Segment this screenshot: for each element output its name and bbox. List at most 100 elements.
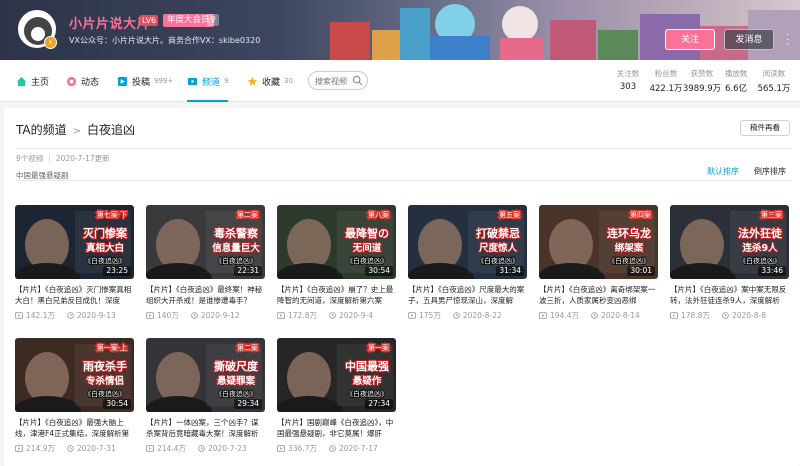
video-search [308,71,368,90]
vip-badge: 年度大会员 [163,14,214,27]
stat-reads: 阅读数 565.1万 [756,68,792,94]
star-icon [247,76,258,86]
thumb-subtitle: 《白夜追凶》 [739,256,781,265]
channel-meta: 9个视频 | 2020-7-17更新 [16,154,110,163]
video-thumbnail[interactable]: 第七案·下 灭门惨案 真相大白 《白夜追凶》 23:25 [15,205,134,279]
tab-channel-count: 9 [224,77,229,85]
video-card[interactable]: 第一案 中国最强 悬疑作 《白夜追凶》 27:34 【片片】国剧巅峰《白夜追凶》，中国最强… [277,338,396,454]
tab-home-label: 主页 [31,77,50,88]
submission-icon [117,76,128,86]
dynamic-icon [66,76,77,86]
thumb-headline-1: 灭门惨案 [82,226,128,240]
message-button[interactable]: 发消息 [724,29,774,50]
thumb-headline-1: 法外狂徒 [738,226,783,240]
publish-date: 2020-8-22 [462,311,502,320]
tab-dynamic[interactable]: 动态 [66,60,99,102]
video-card[interactable]: 第四案 连环乌龙 绑架案 《白夜追凶》 30:01 【片片】《白夜追凶》离奇绑架案一波三折… [539,205,658,321]
video-thumbnail[interactable]: 第四案 连环乌龙 绑架案 《白夜追凶》 30:01 [539,205,658,279]
thumb-headline-2: 专杀情侣 [86,375,124,387]
play-count: 172.8万 [288,311,317,320]
video-info: 142.1万 2020-9-13 [15,310,134,321]
video-info: 175万 2020-8-22 [408,310,527,321]
video-duration: 30:54 [103,399,131,409]
video-card[interactable]: 第二案 撕破尺度 悬疑罪案 《白夜追凶》 29:34 【片片】一体凶案，三个凶手？谋杀案背… [146,338,265,454]
thumb-subtitle: 《白夜追凶》 [346,256,388,265]
more-icon[interactable]: · · · [786,31,792,51]
stat-reads-label: 阅读数 [762,69,786,78]
search-icon[interactable] [352,75,363,86]
tab-channel-label: 频道 [202,77,221,88]
video-thumbnail[interactable]: 第一案 中国最强 悬疑作 《白夜追凶》 27:34 [277,338,396,412]
search-input[interactable] [315,75,355,87]
thumb-case: 第二案 [237,343,258,352]
video-thumbnail[interactable]: 第五案 打破禁忌 尺度惊人 《白夜追凶》 31:34 [408,205,527,279]
publish-date: 2020-7-17 [338,444,378,453]
video-title[interactable]: 【片片】《白夜追凶》离奇绑架案一波三折，人质家属秒变凶恶绑 [539,284,658,306]
video-thumbnail[interactable]: 第一案·上 雨夜杀手 专杀情侣 《白夜追凶》 30:54 [15,338,134,412]
publish-date: 2020-9-12 [200,311,240,320]
sort-default[interactable]: 默认排序 [707,166,739,181]
thumb-headline-1: 最降智の [345,226,389,240]
stat-likes-label: 获赞数 [690,69,714,78]
tab-channel[interactable]: 频道 9 [187,60,229,102]
play-count: 214.4万 [157,444,186,453]
thumb-case: 第七案·下 [97,210,127,219]
tab-home[interactable]: 主页 [16,60,49,102]
thumb-headline-2: 连杀9人 [742,242,778,254]
video-card[interactable]: 第八案 最降智の 无间道 《白夜追凶》 30:54 【片片】《白夜追凶》崩了？史上最降智的… [277,205,396,321]
tab-submissions[interactable]: 投稿 999+ [117,60,173,102]
video-title[interactable]: 【片片】《白夜追凶》最强大脑上线，津港F4正式集结，深度解析第 [15,417,134,439]
thumb-case: 第五案 [499,210,520,219]
video-title[interactable]: 【片片】《白夜追凶》最终案！神秘组织大开杀戒！是谁惨遭毒手？ [146,284,265,306]
thumb-headline-1: 连环乌龙 [607,226,651,240]
play-count-icon [408,312,416,319]
video-thumbnail[interactable]: 第三案 法外狂徒 连杀9人 《白夜追凶》 33:46 [670,205,789,279]
video-card[interactable]: 第七案·下 灭门惨案 真相大白 《白夜追凶》 23:25 【片片】《白夜追凶》灭门惨案真相… [15,205,134,321]
video-title[interactable]: 【片片】《白夜追凶》灭门惨案真相大白！黑白兄弟反目成仇！深度 [15,284,134,306]
thumb-headline-2: 悬疑作 [352,375,382,387]
follow-button[interactable]: 关注 [665,29,715,50]
stat-followers[interactable]: 粉丝数 422.1万 [646,68,686,94]
video-thumbnail[interactable]: 第二案 毒杀警察 信息量巨大 《白夜追凶》 22:31 [146,205,265,279]
publish-date: 2020-8-14 [600,311,640,320]
thumb-headline-1: 撕破尺度 [214,359,259,373]
clock-icon [453,312,460,319]
video-card[interactable]: 第一案·上 雨夜杀手 专杀情侣 《白夜追凶》 30:54 【片片】《白夜追凶》最强大脑上线… [15,338,134,454]
video-duration: 30:54 [365,266,393,276]
verified-icon: ⚡ [44,36,57,49]
video-duration: 23:25 [103,266,131,276]
tab-favorites[interactable]: 收藏 30 [247,60,293,102]
video-card[interactable]: 第五案 打破禁忌 尺度惊人 《白夜追凶》 31:34 【片片】《白夜追凶》尺度最大的案子，… [408,205,527,321]
video-card[interactable]: 第二案 毒杀警察 信息量巨大 《白夜追凶》 22:31 【片片】《白夜追凶》最终案！神秘组… [146,205,265,321]
video-info: 172.8万 2020-9-4 [277,310,396,321]
tab-favorites-label: 收藏 [262,77,281,88]
stat-plays-value: 6.6亿 [724,84,748,94]
divider [16,148,792,149]
thumb-headline-1: 打破禁忌 [476,226,520,240]
video-card[interactable]: 第三案 法外狂徒 连杀9人 《白夜追凶》 33:46 【片片】《白夜追凶》案中案无限反转，… [670,205,789,321]
manage-button[interactable]: 稿件再看 [740,120,790,136]
play-count: 214.9万 [26,444,55,453]
video-thumbnail[interactable]: 第八案 最降智の 无间道 《白夜追凶》 30:54 [277,205,396,279]
play-count-icon [146,445,154,452]
video-title[interactable]: 【片片】《白夜追凶》尺度最大的案子，五具男尸惊现深山，深度解 [408,284,527,306]
video-title[interactable]: 【片片】《白夜追凶》崩了？史上最降智的无间道，深度解析第六案 [277,284,396,306]
play-count: 175万 [419,311,441,320]
profile-banner: ⚡ 小片片说大片 LV6 年度大会员 ♀ VX公众号：小片片说大片。商务合作VX… [0,0,800,60]
stat-likes: 获赞数 3989.9万 [682,68,722,94]
thumb-case: 第八案 [368,210,389,219]
video-title[interactable]: 【片片】一体凶案，三个凶手？谋杀案背后竟暗藏毒大案！深度解析 [146,417,265,439]
thumb-case: 第一案 [368,343,389,352]
video-thumbnail[interactable]: 第二案 撕破尺度 悬疑罪案 《白夜追凶》 29:34 [146,338,265,412]
breadcrumb-root[interactable]: TA的频道 [16,123,67,137]
stat-plays-label: 播放数 [724,69,748,78]
stat-following[interactable]: 关注数 303 [612,68,644,92]
video-title[interactable]: 【片片】国剧巅峰《白夜追凶》，中国最强悬疑剧，非它莫属！爆肝 [277,417,396,439]
clock-icon [722,312,729,319]
thumb-headline-1: 毒杀警察 [214,226,259,240]
stat-reads-value: 565.1万 [757,84,791,94]
sort-reverse[interactable]: 倒序排序 [754,166,786,177]
play-count-icon [15,312,23,319]
thumb-case: 第三案 [761,210,782,219]
video-title[interactable]: 【片片】《白夜追凶》案中案无限反转，法外狂徒连杀9人，深度解析 [670,284,789,306]
